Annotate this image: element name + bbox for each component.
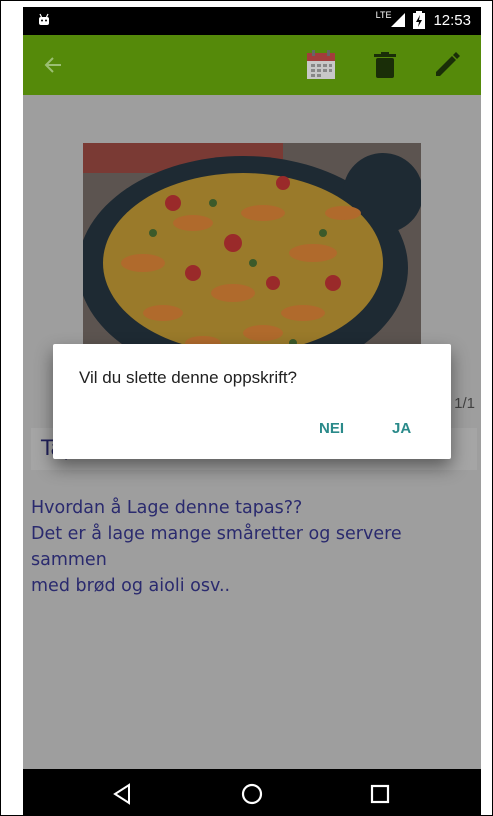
back-triangle-icon[interactable] (109, 781, 135, 807)
no-button[interactable]: NEI (319, 420, 344, 437)
android-notification-icon (39, 13, 49, 25)
screenshot-frame: LTE 12:53 1/1 Hvordan å Lage denne tapas… (0, 0, 493, 816)
recipe-description: Hvordan å Lage denne tapas?? Det er å la… (31, 498, 402, 596)
system-navigation-bar (23, 769, 481, 815)
back-arrow-icon[interactable] (37, 49, 69, 81)
status-bar: LTE 12:53 (23, 7, 481, 35)
recents-square-icon[interactable] (367, 781, 393, 807)
battery-charging-icon (413, 11, 426, 29)
status-right: LTE 12:53 (375, 10, 471, 29)
trash-icon[interactable] (369, 49, 401, 81)
signal-icon (391, 13, 406, 27)
photo-pager: 1/1 (454, 395, 475, 412)
network-type: LTE (375, 10, 392, 20)
calendar-icon[interactable] (305, 49, 337, 81)
status-time: 12:53 (433, 11, 471, 29)
yes-button[interactable]: JA (392, 420, 411, 437)
app-toolbar (23, 35, 481, 95)
recipe-photo (83, 143, 421, 373)
home-circle-icon[interactable] (239, 781, 265, 807)
confirm-delete-dialog: Vil du slette denne oppskrift? NEI JA (53, 344, 451, 459)
edit-pencil-icon[interactable] (431, 49, 463, 81)
dialog-message: Vil du slette denne oppskrift? (79, 368, 297, 387)
